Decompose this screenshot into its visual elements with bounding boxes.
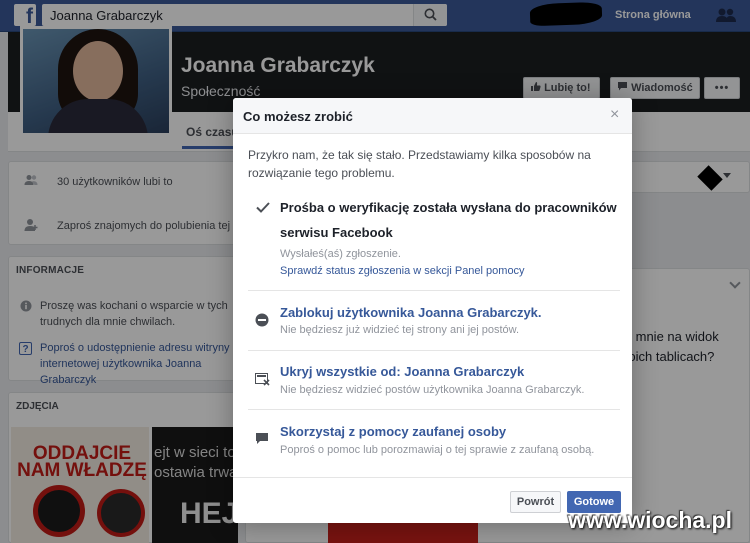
dialog-title: Co możesz zrobić [243, 109, 353, 124]
report-sent-text: Wysłałeś(aś) zgłoszenie. [280, 248, 401, 260]
trusted-friend-help-link[interactable]: Skorzystaj z pomocy zaufanej osoby [280, 424, 506, 439]
hide-posts-icon [255, 373, 270, 386]
divider [248, 409, 620, 410]
checkmark-icon [256, 202, 270, 213]
hide-all-link[interactable]: Ukryj wszystkie od: Joanna Grabarczyk [280, 364, 524, 379]
watermark: www.wiocha.pl [568, 507, 732, 533]
verification-sent-title: Prośba o weryfikację została wysłana do … [280, 200, 617, 240]
divider [248, 290, 620, 291]
dialog-header: Co możesz zrobić × [233, 98, 632, 134]
block-icon [255, 313, 269, 327]
block-user-description: Nie będziesz już widzieć tej strony ani … [280, 324, 520, 336]
divider [248, 350, 620, 351]
trusted-friend-description: Poproś o pomoc lub porozmawiaj o tej spr… [280, 444, 595, 456]
block-user-link[interactable]: Zablokuj użytkownika Joanna Grabarczyk. [280, 305, 542, 320]
close-icon[interactable]: × [610, 107, 619, 123]
chat-bubble-icon [256, 433, 268, 444]
check-report-status-link[interactable]: Sprawdź status zgłoszenia w sekcji Panel… [280, 265, 525, 277]
report-dialog: Co możesz zrobić × Przykro nam, że tak s… [233, 98, 632, 523]
dialog-intro: Przykro nam, że tak się stało. Przedstaw… [248, 148, 591, 180]
footer-divider [233, 477, 632, 478]
back-button[interactable]: Powrót [510, 491, 561, 513]
hide-all-description: Nie będziesz widzieć postów użytkownika … [280, 384, 585, 396]
